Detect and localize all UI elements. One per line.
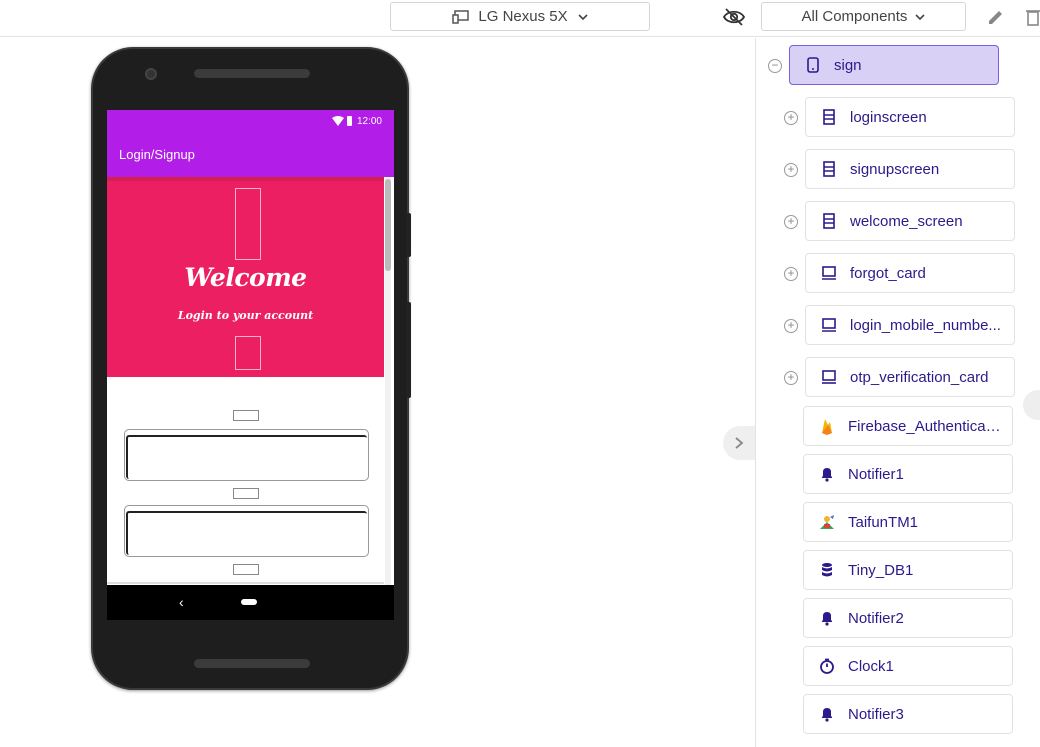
spacer-label[interactable] [233,564,259,575]
expand-toggle[interactable]: + [784,267,798,281]
tree-item-label: sign [834,56,862,74]
phone-camera [145,68,157,80]
tree-item-clock1[interactable]: Clock1 [803,646,1013,686]
welcome-label[interactable]: Welcome [107,263,384,292]
tree-item-label: signupscreen [850,160,940,178]
component-tree: − sign + loginscreen + signupscreen + we… [756,38,1040,747]
collapse-toggle[interactable]: − [768,59,782,73]
pencil-icon[interactable] [986,7,1006,27]
expand-toggle[interactable]: + [784,319,798,333]
tree-item-label: forgot_card [850,264,926,282]
firebase-icon [818,417,836,435]
phone-icon [804,56,822,74]
expand-toggle[interactable]: + [784,215,798,229]
back-icon[interactable]: ‹ [179,594,184,610]
expand-toggle[interactable]: + [784,111,798,125]
battery-icon [346,116,352,126]
tree-item-label: login_mobile_numbe... [850,316,1001,334]
tree-item-label: Clock1 [848,657,894,675]
tree-item-label: Tiny_DB1 [848,561,914,579]
vertical-arrangement-icon [820,108,838,126]
bell-icon [818,609,836,627]
password-input[interactable] [126,511,367,555]
wifi-icon [331,116,344,126]
tree-item-label: Notifier1 [848,465,904,483]
phone-speaker-top [194,69,310,78]
tree-item-label: welcome_screen [850,212,963,230]
tree-item-firebase-authentication[interactable]: Firebase_Authenticati... [803,406,1013,446]
username-field[interactable] [124,429,369,481]
chevron-down-icon [915,13,926,20]
android-nav-bar: ‹ [107,585,394,620]
components-filter[interactable]: All Components [761,2,966,31]
status-time: 12:00 [356,115,382,127]
password-field[interactable] [124,505,369,557]
tree-item-signupscreen[interactable]: signupscreen [805,149,1015,189]
login-card[interactable] [107,377,384,607]
tree-item-forgot-card[interactable]: forgot_card [805,253,1015,293]
designer-root: LG Nexus 5X All Components 12:00 Login/S… [0,0,1040,747]
spacer-label[interactable] [233,488,259,499]
vertical-arrangement-icon [820,160,838,178]
username-input[interactable] [126,435,367,479]
trash-icon[interactable] [1024,7,1040,27]
scroll-thumb[interactable] [385,179,391,271]
card-icon [820,316,838,334]
device-selector-label: LG Nexus 5X [478,8,568,25]
components-filter-label: All Components [801,8,908,25]
tree-item-label: Notifier3 [848,705,904,723]
tree-item-loginscreen[interactable]: loginscreen [805,97,1015,137]
tree-item-taifuntm1[interactable]: TaifunTM1 [803,502,1013,542]
bell-icon [818,465,836,483]
home-icon[interactable] [241,599,257,605]
phone-screen: 12:00 Login/Signup Welcome Login to your… [107,110,394,620]
tree-item-login-mobile-number[interactable]: login_mobile_numbe... [805,305,1015,345]
chevron-down-icon [578,13,588,20]
top-toolbar: LG Nexus 5X All Components [0,0,1040,37]
expand-toggle[interactable]: + [784,163,798,177]
card-icon [820,264,838,282]
tree-item-label: TaifunTM1 [848,513,919,531]
card-icon [820,368,838,386]
tree-item-sign[interactable]: sign [789,45,999,85]
divider-line [107,582,384,584]
tree-item-notifier3[interactable]: Notifier3 [803,694,1013,734]
phone-speaker-bottom [194,659,310,668]
phone-volume-button [406,302,411,398]
vertical-arrangement-icon [820,212,838,230]
timer-icon [818,657,836,675]
phone-power-button [406,213,411,257]
status-bar: 12:00 [107,110,394,132]
image-placeholder-top[interactable] [235,188,261,260]
expand-toggle[interactable]: + [784,371,798,385]
tree-item-label: Notifier2 [848,609,904,627]
tree-item-otp-verification-card[interactable]: otp_verification_card [805,357,1015,397]
device-selector[interactable]: LG Nexus 5X [390,2,650,31]
tree-item-label: Firebase_Authenticati... [848,417,1006,435]
welcome-header[interactable]: Welcome Login to your account [107,181,384,377]
screen-scrollbar[interactable] [385,177,391,587]
bell-icon [818,705,836,723]
chevron-right-icon [735,437,744,449]
tree-item-notifier1[interactable]: Notifier1 [803,454,1013,494]
subtitle-label[interactable]: Login to your account [107,309,384,322]
hide-components-icon[interactable] [722,6,746,28]
collapse-panel-button[interactable] [723,426,755,460]
app-title: Login/Signup [119,147,195,162]
tree-item-label: loginscreen [850,108,927,126]
app-title-bar: Login/Signup [107,132,394,177]
devices-icon [452,9,470,24]
tree-item-label: otp_verification_card [850,368,989,386]
extension-icon [818,513,836,531]
tree-item-tiny-db1[interactable]: Tiny_DB1 [803,550,1013,590]
database-icon [818,561,836,579]
spacer-label[interactable] [233,410,259,421]
tree-item-notifier2[interactable]: Notifier2 [803,598,1013,638]
image-placeholder-bottom[interactable] [235,336,261,370]
tree-item-welcome-screen[interactable]: welcome_screen [805,201,1015,241]
